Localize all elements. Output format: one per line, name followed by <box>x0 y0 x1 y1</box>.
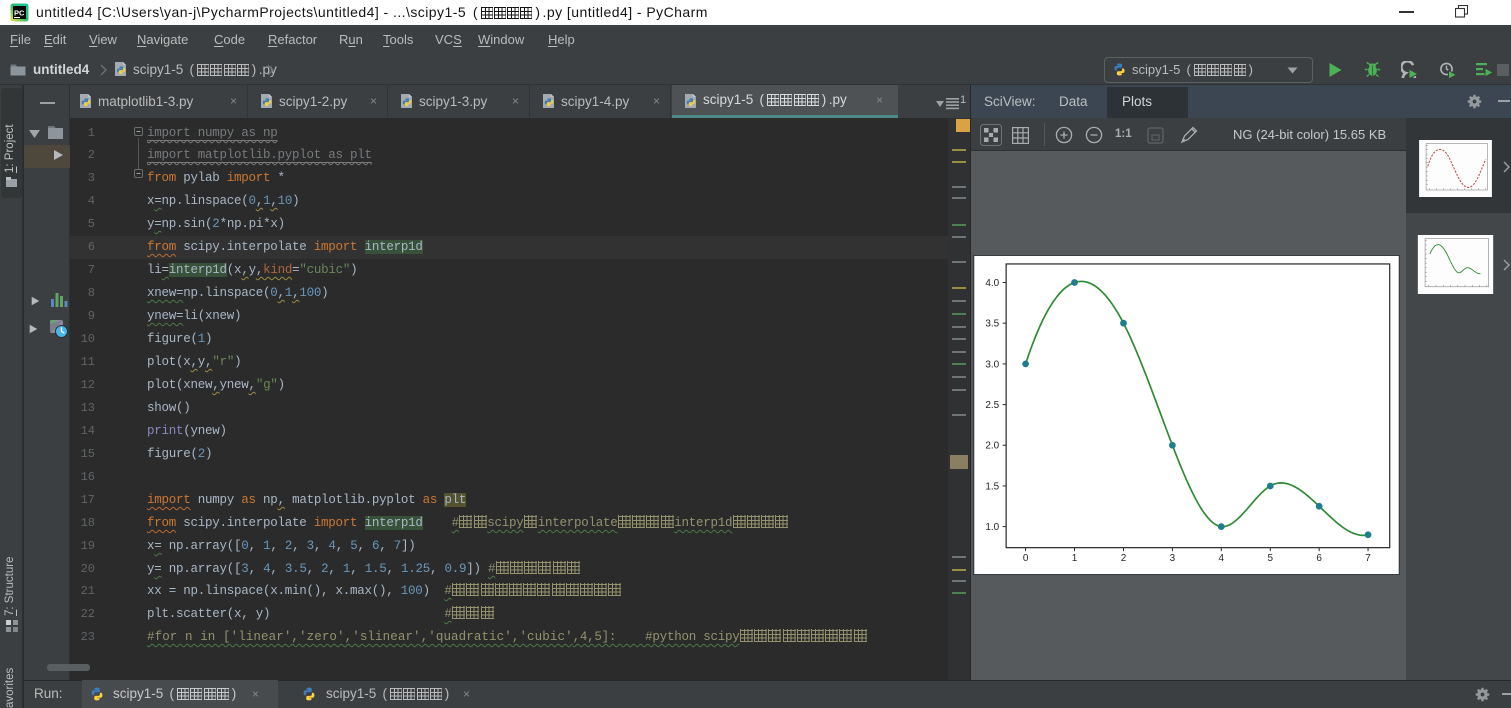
svg-text:1.5: 1.5 <box>985 481 999 492</box>
svg-text:2: 2 <box>1121 553 1127 564</box>
svg-text:2.0: 2.0 <box>985 441 999 452</box>
svg-text:1.0: 1.0 <box>985 522 999 533</box>
svg-text:1: 1 <box>1072 553 1078 564</box>
svg-text:5: 5 <box>1268 553 1274 564</box>
svg-text:3.0: 3.0 <box>985 359 999 370</box>
svg-text:PC: PC <box>14 9 25 18</box>
svg-text:3.5: 3.5 <box>985 319 999 330</box>
svg-text:0: 0 <box>1023 553 1029 564</box>
svg-text:7: 7 <box>1365 553 1371 564</box>
svg-text:4.0: 4.0 <box>985 278 999 289</box>
svg-text:6: 6 <box>1316 553 1322 564</box>
svg-text:4: 4 <box>1219 553 1225 564</box>
svg-text:3: 3 <box>1170 553 1176 564</box>
svg-text:2.5: 2.5 <box>985 400 999 411</box>
